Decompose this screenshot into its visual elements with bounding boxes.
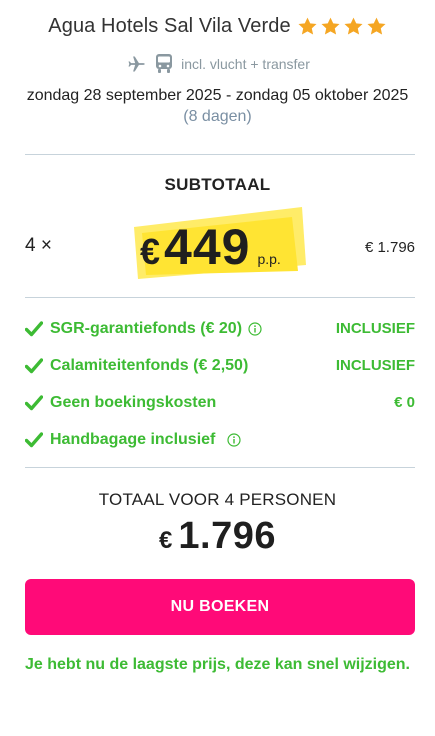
feature-hand-luggage: Handbagage inclusief	[0, 421, 435, 458]
feature-label: SGR-garantiefonds (€ 20)	[50, 319, 243, 337]
feature-sgr: SGR-garantiefonds (€ 20) INCLUSIEF	[0, 310, 435, 347]
total-currency: €	[159, 527, 173, 554]
subtotal-price-row: 4 × € 449 p.p. € 1.796	[0, 195, 435, 290]
star-rating	[297, 16, 387, 37]
hotel-name: Agua Hotels Sal Vila Verde	[48, 15, 291, 37]
divider	[25, 297, 415, 298]
lowest-price-note: Je hebt nu de laagste prijs, deze kan sn…	[25, 656, 410, 673]
per-person-label: p.p.	[257, 251, 281, 267]
star-icon	[344, 17, 363, 35]
travel-dates: zondag 28 september 2025 - zondag 05 okt…	[26, 87, 409, 104]
info-icon[interactable]	[227, 432, 241, 447]
price-per-person: € 449 p.p.	[140, 218, 281, 276]
feature-value: € 0	[394, 394, 415, 411]
book-now-button[interactable]: NU BOEKEN	[25, 579, 415, 635]
feature-value: INCLUSIEF	[335, 357, 415, 374]
price-currency: €	[140, 231, 161, 272]
trip-duration: (8 dagen)	[183, 108, 252, 125]
feature-value: INCLUSIEF	[335, 320, 415, 337]
airplane-icon	[128, 56, 145, 71]
feature-label: Handbagage inclusief	[50, 430, 216, 448]
total-price: € 1.796	[0, 515, 435, 558]
subtotal-heading: SUBTOTAAL	[164, 175, 271, 194]
star-icon	[321, 17, 340, 35]
checkmark-icon	[25, 357, 43, 373]
transport-label: incl. vlucht + transfer	[181, 55, 310, 72]
info-icon[interactable]	[248, 321, 262, 336]
total-heading: TOTAAL VOOR 4 PERSONEN	[98, 490, 337, 509]
checkmark-icon	[25, 394, 43, 410]
feature-calamiteitenfonds: Calamiteitenfonds (€ 2,50) INCLUSIEF	[0, 347, 435, 384]
feature-label: Calamiteitenfonds (€ 2,50)	[50, 356, 249, 374]
traveler-quantity: 4 ×	[25, 235, 52, 256]
subtotal-line-total: € 1.796	[364, 239, 415, 256]
booking-header: Agua Hotels Sal Vila Verde incl. vlucht …	[0, 0, 435, 74]
transport-info: incl. vlucht + transfer	[0, 53, 435, 74]
divider	[25, 154, 415, 155]
star-icon	[367, 17, 386, 35]
checkmark-icon	[25, 320, 43, 336]
divider	[25, 467, 415, 468]
feature-booking-costs: Geen boekingskosten € 0	[0, 384, 435, 421]
feature-label: Geen boekingskosten	[50, 393, 217, 411]
checkmark-icon	[25, 431, 43, 447]
total-value: 1.796	[178, 515, 276, 557]
price-value: 449	[164, 219, 251, 275]
star-icon	[298, 17, 317, 35]
hotel-title-row: Agua Hotels Sal Vila Verde	[0, 15, 435, 38]
bus-icon	[156, 54, 173, 73]
included-features-list: SGR-garantiefonds (€ 20) INCLUSIEF Calam…	[0, 310, 435, 458]
